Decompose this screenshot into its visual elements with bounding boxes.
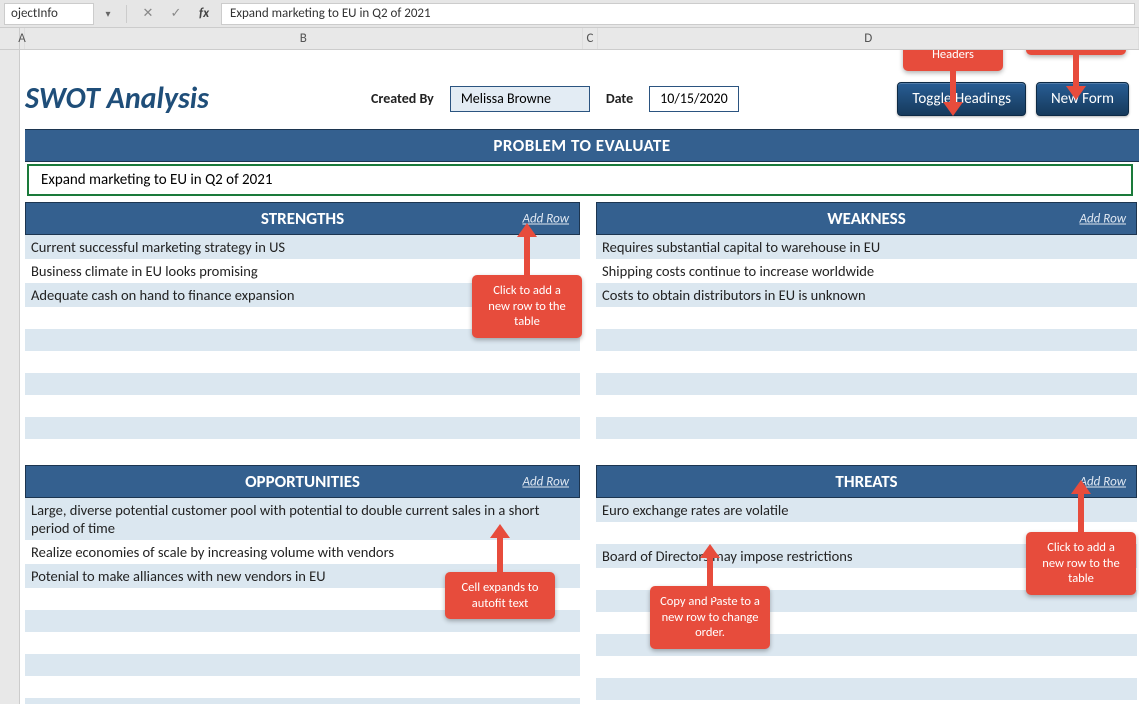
date-input[interactable]: 10/15/2020 [649, 86, 739, 112]
table-row[interactable] [596, 351, 1137, 373]
callout-toggle-headings: Show/Hide Row and Col Headers [903, 50, 1003, 71]
accept-formula-icon[interactable]: ✓ [165, 3, 187, 25]
table-row[interactable] [596, 417, 1137, 439]
callout-add-row-strengths: Click to add a new row to the table [472, 275, 582, 338]
table-row[interactable]: Costs to obtain distributors in EU is un… [596, 283, 1137, 307]
table-row[interactable] [25, 351, 580, 373]
fx-icon[interactable]: fx [193, 3, 215, 25]
column-header-b[interactable]: B [25, 28, 583, 49]
table-row[interactable] [25, 417, 580, 439]
callout-text: Click to add a new row to the table [1042, 540, 1119, 586]
table-row[interactable] [596, 329, 1137, 351]
weakness-add-row-link[interactable]: Add Row [1079, 211, 1126, 226]
threats-header: THREATS Add Row [596, 465, 1137, 498]
strengths-title: STRENGTHS [261, 208, 344, 229]
callout-text: Cell expands to autofit text [462, 580, 539, 611]
table-row[interactable] [25, 439, 580, 461]
opportunities-header: OPPORTUNITIES Add Row [25, 465, 580, 498]
table-row[interactable] [596, 307, 1137, 329]
column-headers: A B C D [0, 28, 1139, 50]
row-headers[interactable] [0, 50, 20, 704]
page-title: SWOT Analysis [25, 80, 355, 117]
table-row[interactable] [25, 395, 580, 417]
created-by-label: Created By [371, 90, 434, 107]
callout-reorder: Copy and Paste to a new row to change or… [650, 586, 770, 649]
callout-text: Show/Hide Row and Col Headers [922, 50, 985, 62]
table-row[interactable]: Shipping costs continue to increase worl… [596, 259, 1137, 283]
table-row[interactable] [596, 678, 1137, 700]
worksheet[interactable]: SWOT Analysis Created By Melissa Browne … [20, 50, 1139, 704]
weakness-title: WEAKNESS [827, 208, 905, 229]
table-row[interactable] [596, 439, 1137, 461]
table-row[interactable] [25, 676, 580, 698]
formula-bar: ojectInfo ▾ ✕ ✓ fx Expand marketing to E… [0, 0, 1139, 28]
problem-section-header: PROBLEM TO EVALUATE [25, 129, 1139, 162]
table-row[interactable]: Euro exchange rates are volatile [596, 498, 1137, 522]
problem-cell[interactable]: Expand marketing to EU in Q2 of 2021 [27, 164, 1133, 196]
created-by-input[interactable]: Melissa Browne [450, 86, 590, 112]
table-row[interactable] [596, 395, 1137, 417]
column-header-c[interactable]: C [583, 28, 599, 49]
callout-text: Click to add a new row to the table [488, 283, 565, 329]
select-all-corner[interactable] [0, 28, 20, 49]
opportunities-title: OPPORTUNITIES [245, 471, 360, 492]
weakness-body: Requires substantial capital to warehous… [596, 235, 1137, 461]
table-row[interactable]: Requires substantial capital to warehous… [596, 235, 1137, 259]
column-header-d[interactable]: D [598, 28, 1139, 49]
cancel-formula-icon[interactable]: ✕ [137, 3, 159, 25]
table-row[interactable] [596, 656, 1137, 678]
callout-add-row-threats: Click to add a new row to the table [1026, 532, 1136, 595]
date-label: Date [606, 90, 633, 107]
weakness-quadrant: WEAKNESS Add Row Requires substantial ca… [596, 202, 1137, 461]
table-row[interactable] [596, 373, 1137, 395]
strengths-header: STRENGTHS Add Row [25, 202, 580, 235]
table-row[interactable] [25, 373, 580, 395]
doc-header: SWOT Analysis Created By Melissa Browne … [25, 80, 1139, 129]
separator [126, 5, 127, 23]
table-row[interactable] [596, 700, 1137, 704]
name-box-dropdown-icon[interactable]: ▾ [100, 7, 116, 20]
name-box[interactable]: ojectInfo [4, 3, 94, 25]
callout-text: Copy and Paste to a new row to change or… [660, 594, 760, 640]
table-row[interactable]: Current successful marketing strategy in… [25, 235, 580, 259]
formula-input[interactable]: Expand marketing to EU in Q2 of 2021 [221, 3, 1135, 25]
table-row[interactable] [25, 698, 580, 704]
callout-autofit: Cell expands to autofit text [445, 572, 555, 619]
callout-new-form: Create a new blank template [1026, 50, 1126, 55]
table-row[interactable] [25, 654, 580, 676]
strengths-body: Current successful marketing strategy in… [25, 235, 580, 461]
opportunities-add-row-link[interactable]: Add Row [522, 474, 569, 489]
table-row[interactable] [25, 632, 580, 654]
threats-title: THREATS [835, 471, 897, 492]
weakness-header: WEAKNESS Add Row [596, 202, 1137, 235]
